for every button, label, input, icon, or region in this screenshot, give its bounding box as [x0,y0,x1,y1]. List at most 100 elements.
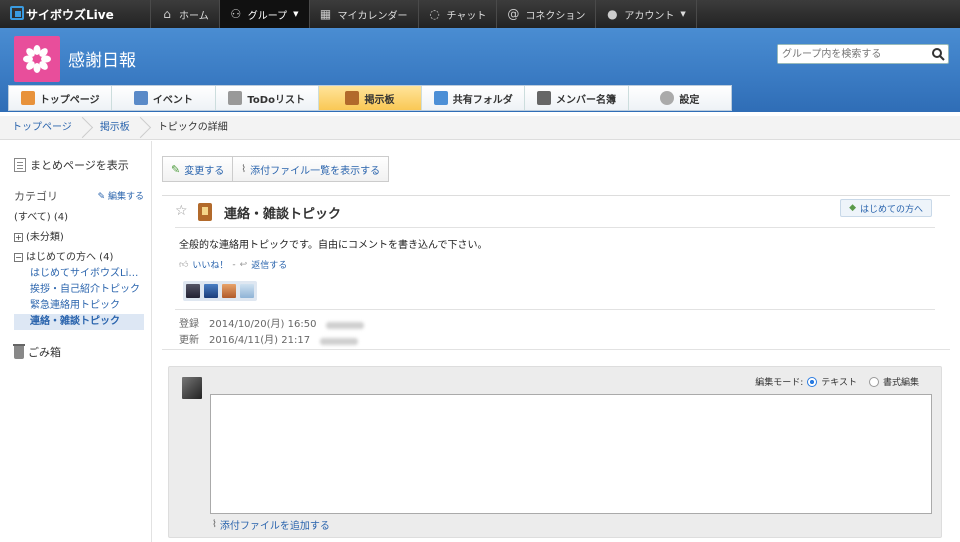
tab-top-page[interactable]: トップページ [9,86,113,110]
category-all[interactable]: (すべて) (4) [14,210,144,226]
cybozu-live-logo[interactable]: サイボウズLive [0,0,150,28]
trash-icon [13,343,25,359]
nav-group[interactable]: ⚇ グループ ▼ [218,0,309,28]
nav-chat[interactable]: ◌ チャット [417,0,497,28]
tab-todo[interactable]: ToDoリスト [215,86,319,110]
comment-textarea[interactable] [210,394,932,514]
like-icon: 👍︎ [179,259,189,270]
topic-category-tag[interactable]: ◆ はじめての方へ [840,199,932,217]
category-list: (すべて) (4) + (未分類) − はじめての方へ (4) はじめてサイボウズL… [14,210,144,330]
reply-icon: ↩ [239,259,248,270]
tab-events[interactable]: イベント [112,86,216,110]
category-title: カテゴリ [14,190,58,203]
my-avatar [182,377,202,399]
chevron-down-icon: ▼ [680,10,686,18]
topic-title: 連絡・雑談トピック [224,207,342,222]
home-icon: ⌂ [163,7,171,21]
edit-topic-label: 変更する [184,165,225,177]
tab-shared-folder[interactable]: 共有フォルダ [422,86,526,110]
tab-label: メンバー名簿 [556,94,617,106]
nav-calendar-label: マイカレンダー [337,10,408,22]
add-attachment-link[interactable]: ⌇ 添付ファイルを追加する [212,517,330,532]
text-mode-label[interactable]: テキスト [821,375,857,388]
topic-header: ☆ 連絡・雑談トピック ◆ はじめての方へ [162,195,950,227]
search-icon[interactable] [931,47,945,61]
avatar[interactable] [204,284,218,298]
tab-label: 共有フォルダ [452,94,513,106]
avatar[interactable] [222,284,236,298]
paperclip-icon: ⌇ [212,519,217,530]
group-search-input[interactable] [778,45,924,63]
nav-account-label: アカウント [624,10,675,22]
tab-board[interactable]: 掲示板 [318,86,423,110]
tag-icon: ◆ [849,203,856,213]
paperclip-icon: ⌇ [241,163,247,175]
logo-mark-icon [10,6,24,20]
tab-members[interactable]: メンバー名簿 [525,86,629,110]
topic-body: 全般的な連絡用トピックです。自由にコメントを書き込んで下さい。 [179,240,488,251]
divider [175,227,935,228]
category-uncategorized[interactable]: + (未分類) [14,230,144,246]
trash-label: ごみ箱 [28,346,61,359]
topic-reactions: 👍︎ いいね！ - ↩ 返信する [179,258,287,272]
tab-label: 掲示板 [364,94,395,106]
breadcrumb: トップページ 掲示板 トピックの詳細 [0,116,960,140]
avatar[interactable] [240,284,254,298]
trash-link[interactable]: ごみ箱 [13,343,61,360]
tab-label: トップページ [39,94,100,106]
show-attachments-button[interactable]: ⌇ 添付ファイル一覧を表示する [233,157,388,181]
add-attachment-label: 添付ファイルを追加する [219,521,330,532]
category-topic-item[interactable]: 挨拶・自己紹介トピック [14,282,144,298]
updated-date: 2016/4/11(月) 21:17 [209,335,311,346]
rich-mode-radio[interactable] [868,376,879,387]
editor-name-blurred[interactable] [320,337,359,345]
topic-action-bar: ✎ 変更する ⌇ 添付ファイル一覧を表示する [162,156,390,182]
edit-icon: ✎ [171,162,181,176]
rich-mode-label[interactable]: 書式編集 [883,375,919,388]
divider [162,349,950,350]
nav-calendar[interactable]: ▦ マイカレンダー [308,0,418,28]
nav-home[interactable]: ⌂ ホーム [150,0,219,28]
nav-account[interactable]: ● アカウント ▼ [595,0,697,28]
liked-members [183,281,257,301]
category-topic-item[interactable]: はじめてサイボウズLi… [14,266,144,282]
topic-meta: 登録 2014/10/20(月) 16:50 更新 2016/4/11(月) 2… [179,317,365,349]
group-search [777,44,949,64]
reply-button[interactable]: 返信する [251,258,287,271]
calendar-icon: ▦ [319,7,332,21]
chevron-down-icon: ▼ [293,10,299,18]
author-name-blurred[interactable] [326,321,365,329]
group-title[interactable]: 感謝日報 [68,46,136,71]
collapse-icon[interactable]: − [14,253,23,262]
category-topic-item-selected[interactable]: 連絡・雑談トピック [14,314,144,330]
nav-home-label: ホーム [179,10,209,22]
topic-category-label: はじめての方へ [859,204,923,215]
edit-categories-link[interactable]: ✎ 編集する [98,189,144,202]
breadcrumb-top-page[interactable]: トップページ [0,116,88,140]
nav-group-label: グループ [247,10,288,22]
sidebar: まとめページを表示 カテゴリ ✎ 編集する (すべて) (4) + (未分類) −… [0,141,152,542]
registered-row: 登録 2014/10/20(月) 16:50 [179,317,365,333]
text-mode-radio[interactable] [807,376,818,387]
summary-page-link[interactable]: まとめページを表示 [14,157,129,173]
updated-label: 更新 [179,335,199,346]
like-button[interactable]: いいね！ [192,258,228,271]
summary-page-label: まとめページを表示 [30,159,129,172]
nav-connection[interactable]: @ コネクション [496,0,595,28]
edit-topic-button[interactable]: ✎ 変更する [163,157,234,181]
top-page-icon [20,91,35,105]
board-icon [198,203,212,221]
expand-icon[interactable]: + [14,233,23,242]
registered-date: 2014/10/20(月) 16:50 [209,319,317,330]
avatar[interactable] [186,284,200,298]
checklist-icon [228,91,243,105]
category-topic-item[interactable]: 緊急連絡用トピック [14,298,144,314]
edit-mode-label: 編集モード: [755,378,804,388]
at-icon: @ [507,7,520,21]
star-icon[interactable]: ☆ [175,203,188,219]
category-beginners[interactable]: − はじめての方へ (4) [14,250,144,266]
tab-settings[interactable]: 設定 [628,86,731,110]
summary-page-icon [14,158,26,172]
group-flower-icon[interactable] [14,36,60,82]
breadcrumb-board[interactable]: 掲示板 [88,116,146,140]
